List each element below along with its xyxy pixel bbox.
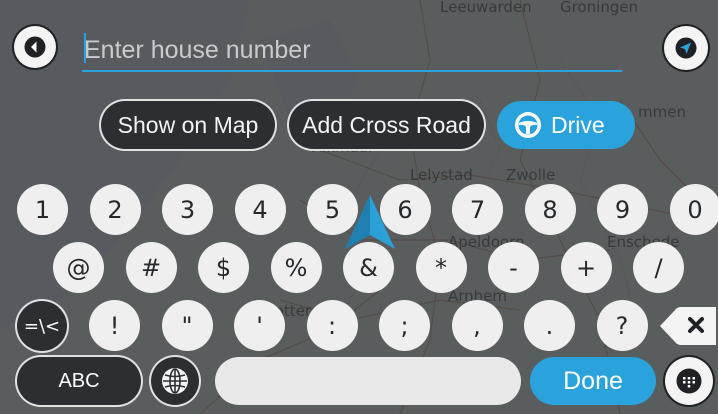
current-location-button[interactable] [664, 26, 708, 70]
house-number-input[interactable] [82, 30, 622, 72]
key[interactable]: 7 [452, 184, 503, 235]
key[interactable]: ; [379, 300, 430, 351]
key[interactable]: . [524, 300, 575, 351]
drive-button[interactable]: Drive [497, 101, 635, 149]
key[interactable]: 4 [234, 184, 286, 235]
key[interactable]: * [415, 242, 467, 293]
key[interactable]: " [161, 300, 213, 351]
abc-key-label: ABC [58, 369, 100, 392]
key[interactable]: 8 [524, 184, 576, 235]
add-cross-road-button[interactable]: Add Cross Road [289, 101, 484, 149]
space-key[interactable] [215, 357, 521, 405]
add-cross-road-label: Add Cross Road [302, 111, 471, 138]
key[interactable]: : [306, 300, 358, 351]
key[interactable]: ? [596, 300, 648, 351]
navigation-screen: LeeuwardenGroningenAlkmaarLelystadZwolle… [0, 0, 718, 414]
done-key-label: Done [563, 366, 623, 395]
keyboard-toggle-button[interactable] [665, 357, 713, 405]
key[interactable]: ' [234, 300, 285, 351]
location-arrow-icon [675, 37, 697, 59]
show-on-map-label: Show on Map [117, 111, 259, 138]
key[interactable]: ! [89, 300, 140, 351]
steering-wheel-icon [513, 110, 543, 140]
key[interactable]: & [343, 242, 394, 293]
key[interactable]: + [560, 242, 612, 293]
key[interactable]: 6 [379, 184, 431, 235]
symbols-mode-key[interactable]: =\< [17, 301, 67, 351]
key[interactable]: 3 [162, 184, 213, 235]
show-on-map-button[interactable]: Show on Map [101, 101, 275, 149]
key[interactable]: 1 [17, 184, 68, 235]
key[interactable]: / [633, 242, 684, 293]
key[interactable]: % [270, 242, 322, 293]
key[interactable]: - [488, 242, 539, 293]
done-key[interactable]: Done [530, 357, 656, 405]
key[interactable]: , [451, 300, 503, 351]
key[interactable]: @ [53, 242, 104, 293]
globe-icon [162, 368, 188, 394]
text-caret [84, 33, 86, 63]
drive-label: Drive [551, 111, 605, 138]
keyboard-icon [676, 368, 702, 394]
backspace-icon[interactable] [658, 303, 718, 349]
key[interactable]: 5 [307, 184, 358, 235]
language-key[interactable] [151, 357, 199, 405]
key[interactable]: 2 [89, 184, 141, 235]
abc-key[interactable]: ABC [17, 357, 141, 405]
key[interactable]: 9 [597, 184, 648, 235]
key[interactable]: 0 [669, 184, 718, 235]
back-button[interactable] [14, 26, 56, 68]
back-arrow-icon [24, 36, 46, 58]
key[interactable]: $ [198, 242, 249, 293]
key[interactable]: # [125, 242, 177, 293]
